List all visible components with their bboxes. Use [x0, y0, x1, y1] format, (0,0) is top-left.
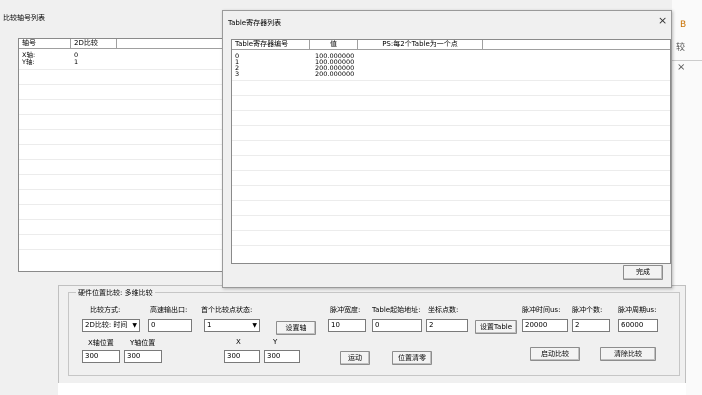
move-button[interactable]: 运动 — [340, 351, 370, 365]
clear-compare-button[interactable]: 清除比较 — [600, 347, 656, 361]
grid-line — [19, 129, 228, 130]
x-pos-readout[interactable]: 300 — [82, 350, 120, 363]
grid-line — [19, 189, 228, 190]
set-axis-button[interactable]: 设置轴 — [276, 321, 316, 335]
y-label: Y — [273, 338, 278, 346]
table-register-window: Table寄存器列表 × Table寄存器编号 值 PS:每2个Table为一个… — [222, 10, 672, 288]
coord-count-input[interactable]: 2 — [426, 319, 468, 332]
table-row-index: 3 — [235, 70, 240, 78]
table-index-col-header[interactable]: Table寄存器编号 — [232, 40, 310, 49]
first-point-value: 1 — [207, 321, 212, 329]
grid-line — [19, 69, 228, 70]
coord-count-label: 坐标点数: — [428, 306, 459, 314]
hs-output-label: 高速输出口: — [150, 306, 188, 314]
grid-line — [232, 95, 670, 96]
axis-window-title: 比较轴号列表 — [3, 14, 45, 22]
grid-line — [232, 125, 670, 126]
grid-line — [19, 249, 228, 250]
grid-line — [232, 230, 670, 231]
axis-row-value: 1 — [74, 58, 79, 66]
grid-line — [19, 99, 228, 100]
first-point-label: 首个比较点状态: — [201, 306, 253, 314]
grid-line — [19, 234, 228, 235]
close-icon[interactable]: × — [658, 14, 667, 27]
x-input[interactable]: 300 — [224, 350, 260, 363]
table-note-col-header[interactable]: PS:每2个Table为一个点 — [358, 40, 483, 49]
grid-line — [19, 84, 228, 85]
table-value-col-header[interactable]: 值 — [310, 40, 358, 49]
table-window-title: Table寄存器列表 — [228, 19, 282, 27]
chevron-down-icon[interactable]: ▼ — [132, 320, 137, 331]
x-label: X — [236, 338, 241, 346]
set-table-button[interactable]: 设置Table — [475, 320, 517, 334]
grid-line — [19, 144, 228, 145]
grid-line — [232, 110, 670, 111]
compare-mode-select[interactable]: 2D比较: 时间 ▼ — [82, 319, 140, 332]
y-pos-readout[interactable]: 300 — [124, 350, 162, 363]
axis-list-window: 比较轴号列表 轴号 2D比较 X轴: 0 Y轴: 1 — [0, 10, 229, 285]
pulse-width-label: 脉冲宽度: — [330, 306, 361, 314]
grid-line — [19, 174, 228, 175]
done-button[interactable]: 完成 — [623, 265, 663, 280]
pulse-width-input[interactable]: 10 — [328, 319, 366, 332]
grid-line — [232, 80, 670, 81]
grid-line — [232, 155, 670, 156]
start-compare-button[interactable]: 启动比较 — [530, 347, 580, 361]
compare-col-header[interactable]: 2D比较 — [71, 39, 117, 48]
y-input[interactable]: 300 — [264, 350, 300, 363]
pulse-period-label: 脉冲周期us: — [618, 306, 657, 314]
background-divider — [672, 60, 702, 61]
table-start-input[interactable]: 0 — [372, 319, 422, 332]
pulse-time-label: 脉冲时间us: — [522, 306, 561, 314]
background-close-icon[interactable]: × — [677, 62, 685, 73]
table-row-value: 200.000000 — [315, 70, 355, 78]
main-panel-footer — [58, 383, 686, 395]
compare-mode-value: 2D比较: 时间 — [85, 321, 128, 329]
pulse-count-input[interactable]: 2 — [572, 319, 610, 332]
axis-listview[interactable]: 轴号 2D比较 X轴: 0 Y轴: 1 — [18, 38, 229, 272]
grid-line — [19, 159, 228, 160]
clear-position-button[interactable]: 位置清零 — [392, 351, 432, 365]
group-title: 硬件位置比较: 多维比较 — [76, 288, 155, 298]
y-pos-label: Y轴位置 — [130, 339, 156, 347]
background-glyph-mid: 较 — [676, 43, 686, 53]
compare-mode-label: 比较方式: — [90, 306, 121, 314]
hs-output-input[interactable]: 0 — [148, 319, 192, 332]
pulse-time-input[interactable]: 20000 — [522, 319, 568, 332]
grid-line — [19, 219, 228, 220]
grid-line — [232, 215, 670, 216]
grid-line — [19, 114, 228, 115]
table-list-header: Table寄存器编号 值 PS:每2个Table为一个点 — [232, 40, 670, 50]
grid-line — [232, 170, 670, 171]
x-pos-label: X轴位置 — [88, 339, 114, 347]
grid-line — [19, 204, 228, 205]
table-register-listview[interactable]: Table寄存器编号 值 PS:每2个Table为一个点 0 100.00000… — [231, 39, 671, 264]
grid-line — [232, 185, 670, 186]
grid-line — [232, 245, 670, 246]
axis-list-header: 轴号 2D比较 — [19, 39, 228, 49]
background-glyph-top: B — [680, 20, 687, 30]
axis-col-header[interactable]: 轴号 — [19, 39, 71, 48]
chevron-down-icon[interactable]: ▼ — [252, 320, 257, 331]
axis-row-label: Y轴: — [22, 58, 35, 66]
grid-line — [232, 140, 670, 141]
table-start-label: Table起始地址: — [372, 306, 421, 314]
pulse-count-label: 脉冲个数: — [572, 306, 603, 314]
grid-line — [232, 200, 670, 201]
pulse-period-input[interactable]: 60000 — [618, 319, 658, 332]
first-point-select[interactable]: 1 ▼ — [204, 319, 260, 332]
